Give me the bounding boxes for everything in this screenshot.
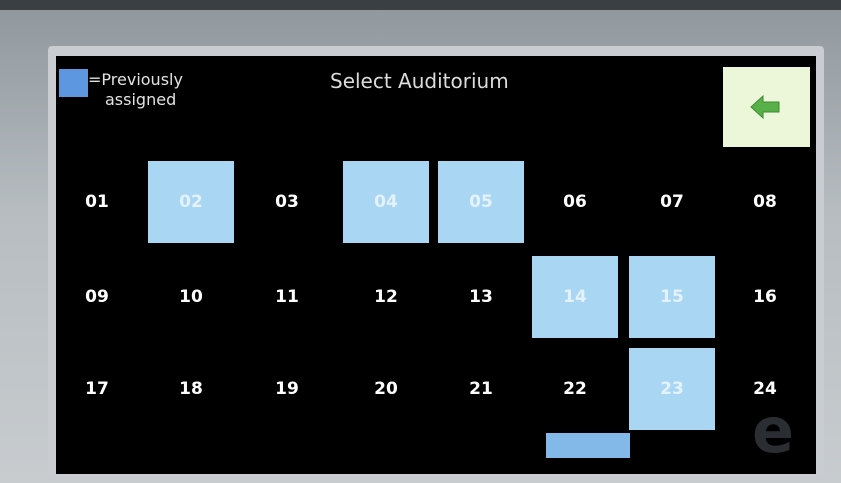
auditorium-16-button[interactable]: 16 bbox=[722, 256, 808, 338]
auditorium-22-button[interactable]: 22 bbox=[532, 348, 618, 430]
auditorium-number: 16 bbox=[753, 287, 777, 307]
auditorium-number: 11 bbox=[275, 287, 299, 307]
auditorium-18-button[interactable]: 18 bbox=[148, 348, 234, 430]
auditorium-12-button[interactable]: 12 bbox=[343, 256, 429, 338]
auditorium-09-button[interactable]: 09 bbox=[56, 256, 140, 338]
auditorium-08-button[interactable]: 08 bbox=[722, 161, 808, 243]
auditorium-number: 06 bbox=[563, 192, 587, 212]
auditorium-number: 20 bbox=[374, 379, 398, 399]
auditorium-10-button[interactable]: 10 bbox=[148, 256, 234, 338]
auditorium-number: 14 bbox=[563, 287, 587, 307]
auditorium-grid: 01 02 03 04 05 06 07 08 09 10 11 12 13 14 15 16 17 18 19 20… bbox=[56, 56, 816, 474]
auditorium-number: 21 bbox=[469, 379, 493, 399]
auditorium-02-button[interactable]: 02 bbox=[148, 161, 234, 243]
bezel-logo: e bbox=[752, 394, 795, 467]
auditorium-number: 23 bbox=[660, 379, 684, 399]
auditorium-number: 12 bbox=[374, 287, 398, 307]
auditorium-number: 13 bbox=[469, 287, 493, 307]
auditorium-07-button[interactable]: 07 bbox=[629, 161, 715, 243]
auditorium-04-button[interactable]: 04 bbox=[343, 161, 429, 243]
auditorium-number: 15 bbox=[660, 287, 684, 307]
auditorium-06-button[interactable]: 06 bbox=[532, 161, 618, 243]
auditorium-number: 07 bbox=[660, 192, 684, 212]
auditorium-21-button[interactable]: 21 bbox=[438, 348, 524, 430]
auditorium-number: 10 bbox=[179, 287, 203, 307]
auditorium-number: 08 bbox=[753, 192, 777, 212]
auditorium-05-button[interactable]: 05 bbox=[438, 161, 524, 243]
touch-screen: =Previously assigned Select Auditorium 0… bbox=[56, 56, 816, 474]
auditorium-11-button[interactable]: 11 bbox=[244, 256, 330, 338]
auditorium-number: 18 bbox=[179, 379, 203, 399]
auditorium-17-button[interactable]: 17 bbox=[56, 348, 140, 430]
auditorium-20-button[interactable]: 20 bbox=[343, 348, 429, 430]
auditorium-number: 04 bbox=[374, 192, 398, 212]
monitor-frame bbox=[0, 0, 841, 10]
auditorium-15-button[interactable]: 15 bbox=[629, 256, 715, 338]
auditorium-01-button[interactable]: 01 bbox=[56, 161, 140, 243]
auditorium-19-button[interactable]: 19 bbox=[244, 348, 330, 430]
auditorium-03-button[interactable]: 03 bbox=[244, 161, 330, 243]
auditorium-number: 17 bbox=[85, 379, 109, 399]
partial-tile bbox=[546, 433, 630, 458]
auditorium-number: 01 bbox=[85, 192, 109, 212]
auditorium-number: 22 bbox=[563, 379, 587, 399]
auditorium-14-button[interactable]: 14 bbox=[532, 256, 618, 338]
auditorium-number: 05 bbox=[469, 192, 493, 212]
auditorium-number: 02 bbox=[179, 192, 203, 212]
auditorium-13-button[interactable]: 13 bbox=[438, 256, 524, 338]
auditorium-23-button[interactable]: 23 bbox=[629, 348, 715, 430]
auditorium-number: 19 bbox=[275, 379, 299, 399]
auditorium-number: 09 bbox=[85, 287, 109, 307]
auditorium-number: 03 bbox=[275, 192, 299, 212]
